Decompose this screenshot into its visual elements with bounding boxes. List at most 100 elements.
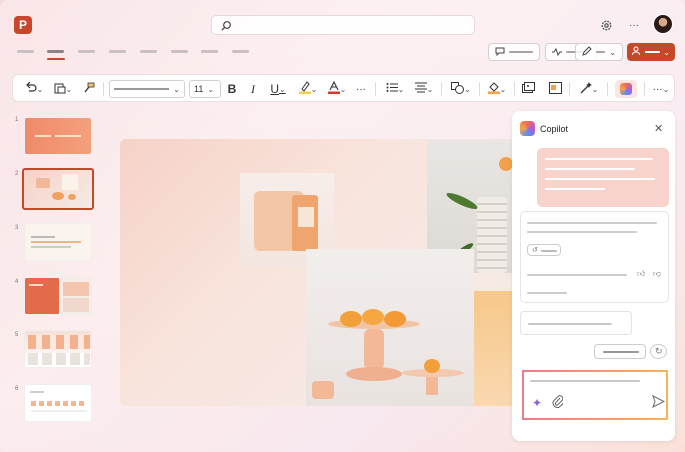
refresh-icon: ↻ [655,346,663,356]
suggestion-chip[interactable] [520,311,632,335]
formatting-toolbar: ⌄ ⌄ ⌄ 11 ⌄ B I U ⌄ ⌄ ⌄ ··· ⌄ ⌄ ⌄ ⌄ ⌄ ···… [12,74,675,102]
picture-icon [521,81,535,97]
ribbon-tab[interactable] [78,50,95,53]
share-icon [632,43,642,61]
align-button[interactable]: ⌄ [412,81,436,97]
active-tab-underline [47,58,65,60]
attach-icon[interactable] [552,395,564,413]
font-family-select[interactable]: ⌄ [109,80,185,98]
font-color-icon [327,80,340,97]
like-icon[interactable]: 👍︎ [637,269,645,279]
dislike-icon[interactable]: 👎︎ [653,269,661,279]
ribbon-tab[interactable] [109,50,126,53]
slide-number: 4 [15,279,19,285]
ribbon-tab-active[interactable] [47,50,64,53]
shape-fill-button[interactable]: ⌄ [485,81,509,97]
italic-button[interactable]: I [247,81,259,97]
slide-thumbnail-4[interactable] [24,277,92,315]
action-pill[interactable] [594,344,646,359]
copilot-panel: Copilot ✕ ↺ 👍︎ 👎︎ ↻ ✦ [512,111,675,441]
settings-icon[interactable] [597,16,615,34]
ribbon-tab[interactable] [201,50,218,53]
paste-button[interactable]: ⌄ [51,81,75,97]
user-message [537,148,669,207]
slide-number: 2 [15,171,19,177]
chevron-down-icon: ⌄ [663,47,670,57]
share-button[interactable]: ⌄ [627,43,675,61]
slide-thumbnail-6[interactable] [24,384,92,422]
undo-icon [25,81,37,96]
bullets-button[interactable]: ⌄ [383,81,407,97]
bold-button[interactable]: B [225,81,239,97]
slide-thumbnail-5[interactable] [24,330,92,368]
copilot-title: Copilot [540,124,569,134]
slide-thumbnail-2[interactable] [22,168,94,210]
powerpoint-logo: P [14,16,32,34]
more-icon[interactable]: ··· [625,16,643,34]
font-size-value: 11 [194,84,204,94]
close-icon[interactable]: ✕ [654,122,663,135]
font-size-select[interactable]: 11 ⌄ [189,80,221,98]
highlight-button[interactable]: ⌄ [296,81,320,97]
comment-icon [495,43,505,61]
underline-label: U [270,82,279,96]
more-font-options[interactable]: ··· [354,81,368,97]
shapes-icon [451,81,465,97]
refresh-button[interactable]: ↻ [650,344,667,359]
ribbon-tab[interactable] [171,50,188,53]
highlight-icon [298,81,311,97]
copilot-prompt-input[interactable]: ✦ [522,370,668,420]
bullets-icon [386,82,398,96]
slide-number: 3 [15,225,19,231]
chevron-down-icon: ⌄ [609,47,616,57]
ribbon-tab[interactable] [140,50,157,53]
editing-mode-button[interactable]: ⌄ [575,43,623,61]
underline-button[interactable]: U ⌄ [267,81,289,97]
designer-icon [580,81,592,97]
shapes-button[interactable]: ⌄ [448,81,474,97]
logo-letter: P [18,18,27,32]
italic-label: I [251,81,255,96]
format-painter-icon [83,82,95,97]
app-window: P ··· ⌄ ⌄ ⌄ ⌄ ⌄ 11 ⌄ B I U ⌄ ⌄ ⌄ ··· ⌄ ⌄… [0,0,685,452]
font-color-button[interactable]: ⌄ [325,80,349,97]
undo-button[interactable]: ⌄ [23,81,45,97]
chevron-down-icon: ⌄ [173,84,180,94]
align-icon [414,82,427,96]
chevron-down-icon: ⌄ [207,84,215,94]
fill-icon [487,81,500,97]
more-toolbar-button[interactable]: ··· ⌄ [651,81,671,97]
layout-icon [548,81,562,97]
slide-canvas[interactable] [120,139,520,406]
slide-number: 1 [15,117,19,123]
paste-icon [54,82,66,97]
comments-button[interactable] [488,43,540,61]
slide-thumbnail-3[interactable] [24,223,92,261]
slide-layout-button[interactable] [547,81,563,97]
format-painter-button[interactable] [81,81,97,97]
slide-number: 5 [15,332,19,338]
more-label: ··· [356,83,366,95]
sparkle-icon[interactable]: ✦ [532,396,542,410]
assistant-response: ↺ 👍︎ 👎︎ [520,211,669,303]
refresh-icon: ↺ [532,247,538,254]
copilot-icon [620,83,632,95]
record-icon [552,43,562,61]
slide-thumbnail-1[interactable] [24,117,92,155]
avatar[interactable] [653,14,673,34]
copilot-icon [520,121,535,136]
edit-icon [582,43,592,61]
slide-number: 6 [15,386,19,392]
copilot-button[interactable] [615,80,637,98]
search-input[interactable] [211,15,475,35]
slide-image-fruit-bowls [306,249,474,406]
designer-button[interactable]: ⌄ [576,81,602,97]
search-icon [220,19,232,37]
more-icon: ··· [652,83,663,95]
ribbon-tab[interactable] [232,50,249,53]
reference-chip[interactable]: ↺ [527,244,561,256]
picture-button[interactable] [520,81,536,97]
bold-label: B [227,82,237,96]
send-icon[interactable] [652,394,666,413]
ribbon-tab[interactable] [17,50,34,53]
